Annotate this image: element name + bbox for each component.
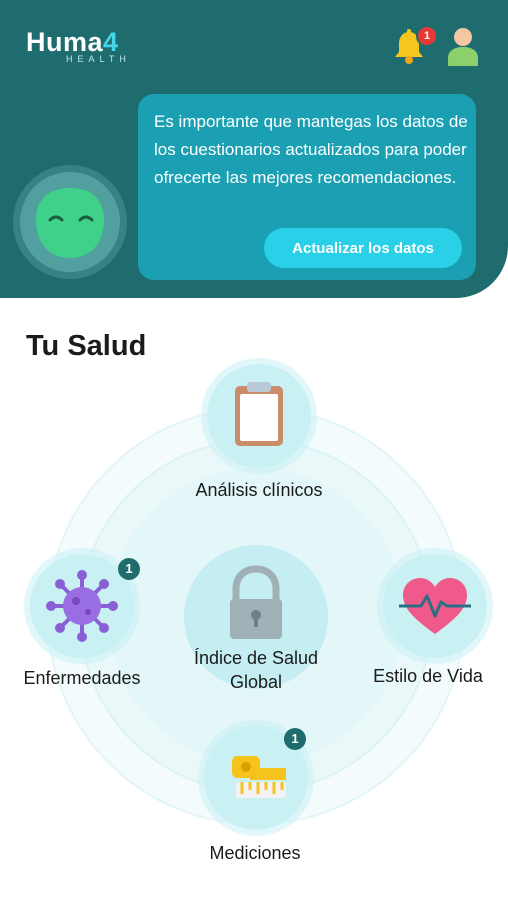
indice-salud-global-label: Índice de Salud Global	[193, 648, 319, 692]
logo-text: Huma	[26, 27, 104, 57]
logo-subtitle: HEALTH	[66, 54, 131, 64]
mediciones-badge: 1	[284, 728, 306, 750]
notification-badge: 1	[416, 25, 438, 47]
mascot-avatar	[12, 164, 128, 280]
analisis-clinicos-label: Análisis clínicos	[195, 480, 323, 500]
app-logo: Huma4 HEALTH	[26, 28, 131, 64]
estilo-de-vida-button[interactable]	[383, 554, 487, 658]
estilo-de-vida-label: Estilo de Vida	[373, 666, 483, 686]
logo-accent: 4	[103, 27, 119, 57]
analisis-clinicos-button[interactable]	[207, 364, 311, 468]
info-message: Es importante que mantegas los datos de …	[154, 112, 468, 187]
section-title: Tu Salud	[26, 330, 147, 362]
user-icon[interactable]	[446, 26, 480, 66]
enfermedades-badge: 1	[118, 558, 140, 580]
info-message-card: Es importante que mantegas los datos de …	[138, 94, 476, 280]
header: Huma4 HEALTH 1 Es importante que mantega…	[0, 0, 508, 298]
update-data-button[interactable]: Actualizar los datos	[264, 228, 462, 268]
enfermedades-label: Enfermedades	[23, 668, 141, 688]
mediciones-label: Mediciones	[209, 843, 301, 863]
clipboard-icon	[235, 382, 283, 446]
heart-pulse-icon	[399, 578, 471, 634]
